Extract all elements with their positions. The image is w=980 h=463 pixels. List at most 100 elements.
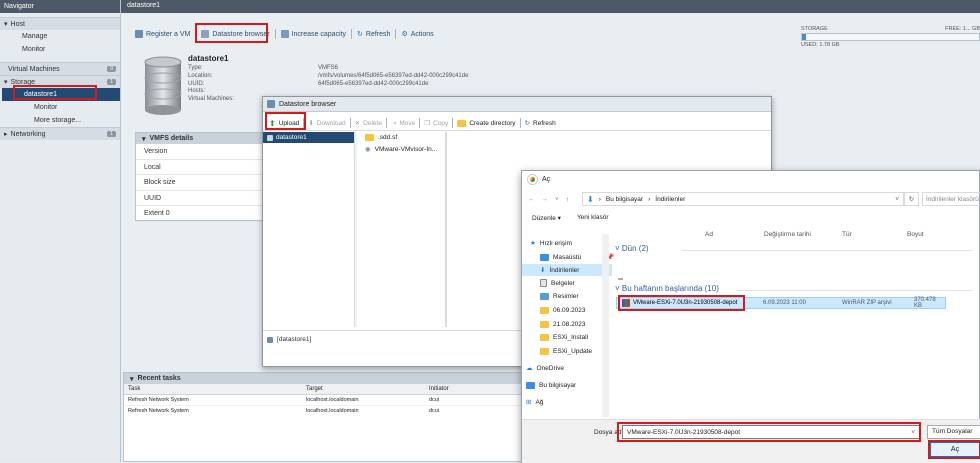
task-target: localhost.localdomain [306, 397, 359, 403]
breadcrumb-downloads[interactable]: İndirilenler [655, 196, 685, 203]
vmfs-row: Local [136, 160, 264, 175]
tree-desktop[interactable]: Masaüstü 📌 [540, 251, 614, 263]
back-arrow-icon[interactable]: ← [528, 196, 535, 203]
organize-button[interactable]: Düzenle ▾ [532, 214, 561, 222]
refresh-icon[interactable]: ↻ [904, 192, 919, 206]
chevron-down-icon[interactable]: ˅ [911, 429, 915, 436]
download-button[interactable]: ⬇ Download [308, 119, 345, 128]
refresh-icon: ↻ [524, 120, 531, 127]
table-row[interactable]: VMware-ESXi-7.0U3n-21930508-depot 6.09.2… [616, 297, 946, 309]
divider [195, 29, 197, 39]
tree-downloads[interactable]: ⬇ İndirilenler [522, 264, 612, 276]
group-yesterday[interactable]: ˅ Dün (2) [615, 244, 649, 253]
network-icon: ⊞ [526, 399, 532, 406]
increase-capacity-button[interactable]: Increase capacity [280, 30, 346, 38]
register-vm-button[interactable]: Register a VM [135, 30, 190, 38]
tree-quick-access[interactable]: ★ Hızlı erişim [530, 237, 572, 249]
divider [349, 118, 351, 128]
main-title: datastore1 [127, 2, 161, 9]
search-input[interactable]: İndirilenler klasörü [922, 192, 980, 206]
tree-label: 06.09.2023 [553, 306, 586, 314]
group-earlier-this-week[interactable]: ˅ Bu haftanın başlarında (10) [615, 284, 719, 293]
task-name: Refresh Network System [128, 397, 189, 403]
datastore-browser-icon [201, 30, 210, 38]
scrollbar[interactable] [355, 132, 357, 327]
nav-ds-monitor-label: Monitor [34, 104, 58, 111]
table-row[interactable]: Refresh Network System localhost.localdom… [124, 406, 522, 416]
nav-storage[interactable]: ▾ Storage 1 [0, 75, 120, 88]
nav-datastore1[interactable]: datastore1 [2, 88, 120, 101]
filename-input[interactable]: VMware-ESXi-7.0U3n-21930508-depot ˅ [622, 425, 920, 439]
forward-arrow-icon[interactable]: → [542, 196, 549, 203]
copy-button[interactable]: ❐ Copy [424, 119, 448, 128]
tree-label: 21.08.2023 [553, 320, 586, 328]
nav-ds-monitor[interactable]: Monitor [0, 101, 120, 114]
nav-monitor-label: Monitor [22, 46, 46, 53]
nav-more-storage[interactable]: More storage... [0, 114, 120, 127]
tree-pictures[interactable]: Resimler [540, 290, 579, 302]
tree-onedrive[interactable]: ☁ OneDrive [526, 362, 564, 374]
chevron-down-icon[interactable]: ˅ [895, 196, 899, 203]
nav-host[interactable]: ▾ Host [0, 17, 120, 30]
datastore-browser-titlebar[interactable]: Datastore browser [263, 97, 771, 112]
tree-documents[interactable]: Belgeler [540, 277, 575, 289]
group-label: Dün (2) [621, 244, 649, 253]
tree-folder[interactable]: 21.08.2023 [540, 318, 586, 330]
open-button[interactable]: Aç [930, 442, 980, 457]
delete-button[interactable]: ✕ Delete [355, 119, 382, 128]
list-item[interactable]: .sdd.sf [361, 132, 445, 143]
nav-networking[interactable]: ▸ Networking 1 [0, 127, 120, 140]
col-date[interactable]: Değiştirme tarihi [764, 231, 811, 238]
nav-datastore1-label: datastore1 [24, 91, 58, 98]
datastore-browser-button[interactable]: Datastore browser [201, 30, 270, 38]
tree-network[interactable]: ⊞ Ağ [526, 396, 543, 408]
nav-virtual-machines[interactable]: Virtual Machines 0 [0, 62, 120, 75]
file-name: VMware-VMvisor-In... [374, 145, 438, 153]
create-directory-button[interactable]: Create directory [457, 119, 516, 127]
tasks-col-initiator[interactable]: Initiator [429, 386, 529, 392]
nav-host-label: Host [10, 20, 25, 28]
nav-host-manage[interactable]: Manage [0, 30, 120, 43]
tasks-col-task[interactable]: Task [128, 386, 306, 392]
up-arrow-icon[interactable]: ↑ [566, 196, 569, 203]
actions-label: Actions [410, 30, 434, 38]
vmfs-row-label: Extent 0 [144, 210, 170, 217]
navigator-panel: Navigator ▾ Host Manage Monitor Virtual … [0, 0, 121, 462]
scrollbar[interactable] [602, 234, 609, 417]
divider [351, 29, 353, 39]
chevron-down-icon[interactable]: ˅ [555, 196, 559, 203]
tasks-col-target[interactable]: Target [306, 386, 429, 392]
nav-storage-label: Storage [10, 78, 36, 86]
recent-tasks-header[interactable]: ▾ Recent tasks [124, 373, 522, 384]
datastore-browser-toolbar: ⬆ Upload ⬇ Download ✕ Delete ⇢ Move ❐ Copy Cr… [263, 116, 771, 131]
upload-button[interactable]: ⬆ Upload [269, 119, 299, 128]
datastore-browser-icon [267, 100, 275, 108]
tree-folder[interactable]: ESXi_Install [540, 331, 588, 343]
new-folder-button[interactable]: Yeni klasör [577, 214, 609, 222]
tree-folder[interactable]: 06.09.2023 [540, 304, 586, 316]
tree-folder[interactable]: ESXi_Update [540, 345, 592, 357]
nav-networking-label: Networking [10, 130, 46, 138]
list-item[interactable]: ◉ VMware-VMvisor-In... [361, 143, 445, 155]
dialog-titlebar[interactable]: Aç [522, 171, 979, 188]
nav-host-monitor[interactable]: Monitor [0, 43, 120, 56]
refresh-button[interactable]: ↻ Refresh [357, 30, 390, 39]
col-size[interactable]: Boyut [907, 231, 924, 238]
datastore-browser-label: Datastore browser [212, 30, 270, 38]
vmfs-details-header[interactable]: ▾ VMFS details [136, 133, 264, 144]
move-button[interactable]: ⇢ Move [391, 119, 415, 128]
tree-item-datastore1[interactable]: datastore1 [263, 132, 354, 143]
dsb-refresh-button[interactable]: ↻ Refresh [524, 119, 556, 128]
downloads-icon: ⬇ [540, 267, 546, 274]
datastore-tree: datastore1 [263, 132, 355, 327]
table-row[interactable]: Refresh Network System localhost.localdom… [124, 395, 522, 406]
file-type-select[interactable]: Tüm Dosyalar [927, 425, 980, 439]
folder-icon [540, 320, 549, 328]
address-bar[interactable]: ⬇ › Bu bilgisayar › İndirilenler ˅ [582, 192, 904, 206]
storage-usage-fill [802, 34, 806, 40]
col-type[interactable]: Tür [842, 231, 852, 238]
col-name[interactable]: Ad [705, 231, 713, 238]
breadcrumb-this-pc[interactable]: Bu bilgisayar [606, 196, 643, 203]
actions-button[interactable]: ⚙ Actions [401, 30, 434, 39]
tree-this-pc[interactable]: Bu bilgisayar [526, 379, 576, 391]
